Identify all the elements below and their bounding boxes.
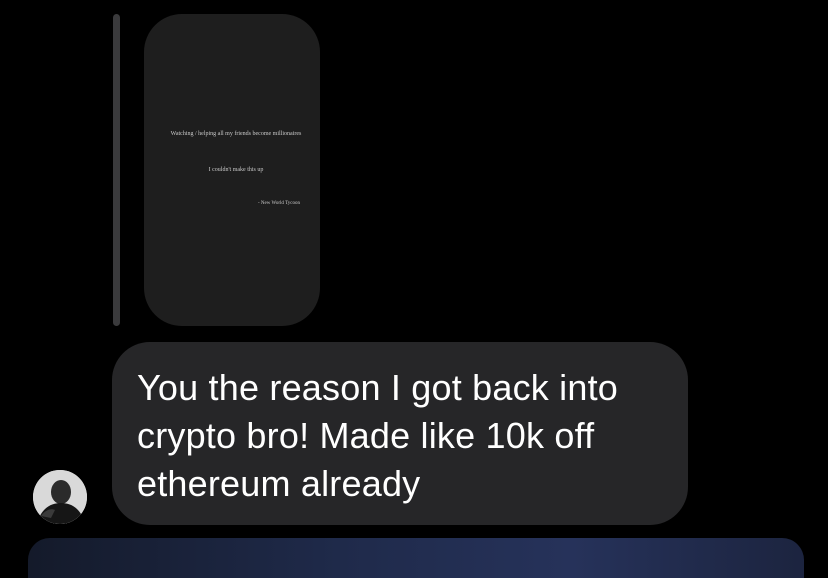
next-message-bubble[interactable] (28, 538, 804, 578)
story-text-line: I couldn't make this up (208, 167, 264, 173)
sender-avatar[interactable] (33, 470, 87, 524)
person-avatar-icon (33, 470, 87, 524)
story-text-line: Watching / helping all my friends become… (170, 131, 302, 137)
story-attribution: - New World Tycoon (258, 201, 300, 206)
story-reply-indicator (113, 14, 120, 326)
message-text: You the reason I got back into crypto br… (137, 367, 619, 504)
incoming-message-bubble[interactable]: You the reason I got back into crypto br… (112, 342, 688, 525)
story-reply-preview[interactable]: Watching / helping all my friends become… (144, 14, 320, 326)
